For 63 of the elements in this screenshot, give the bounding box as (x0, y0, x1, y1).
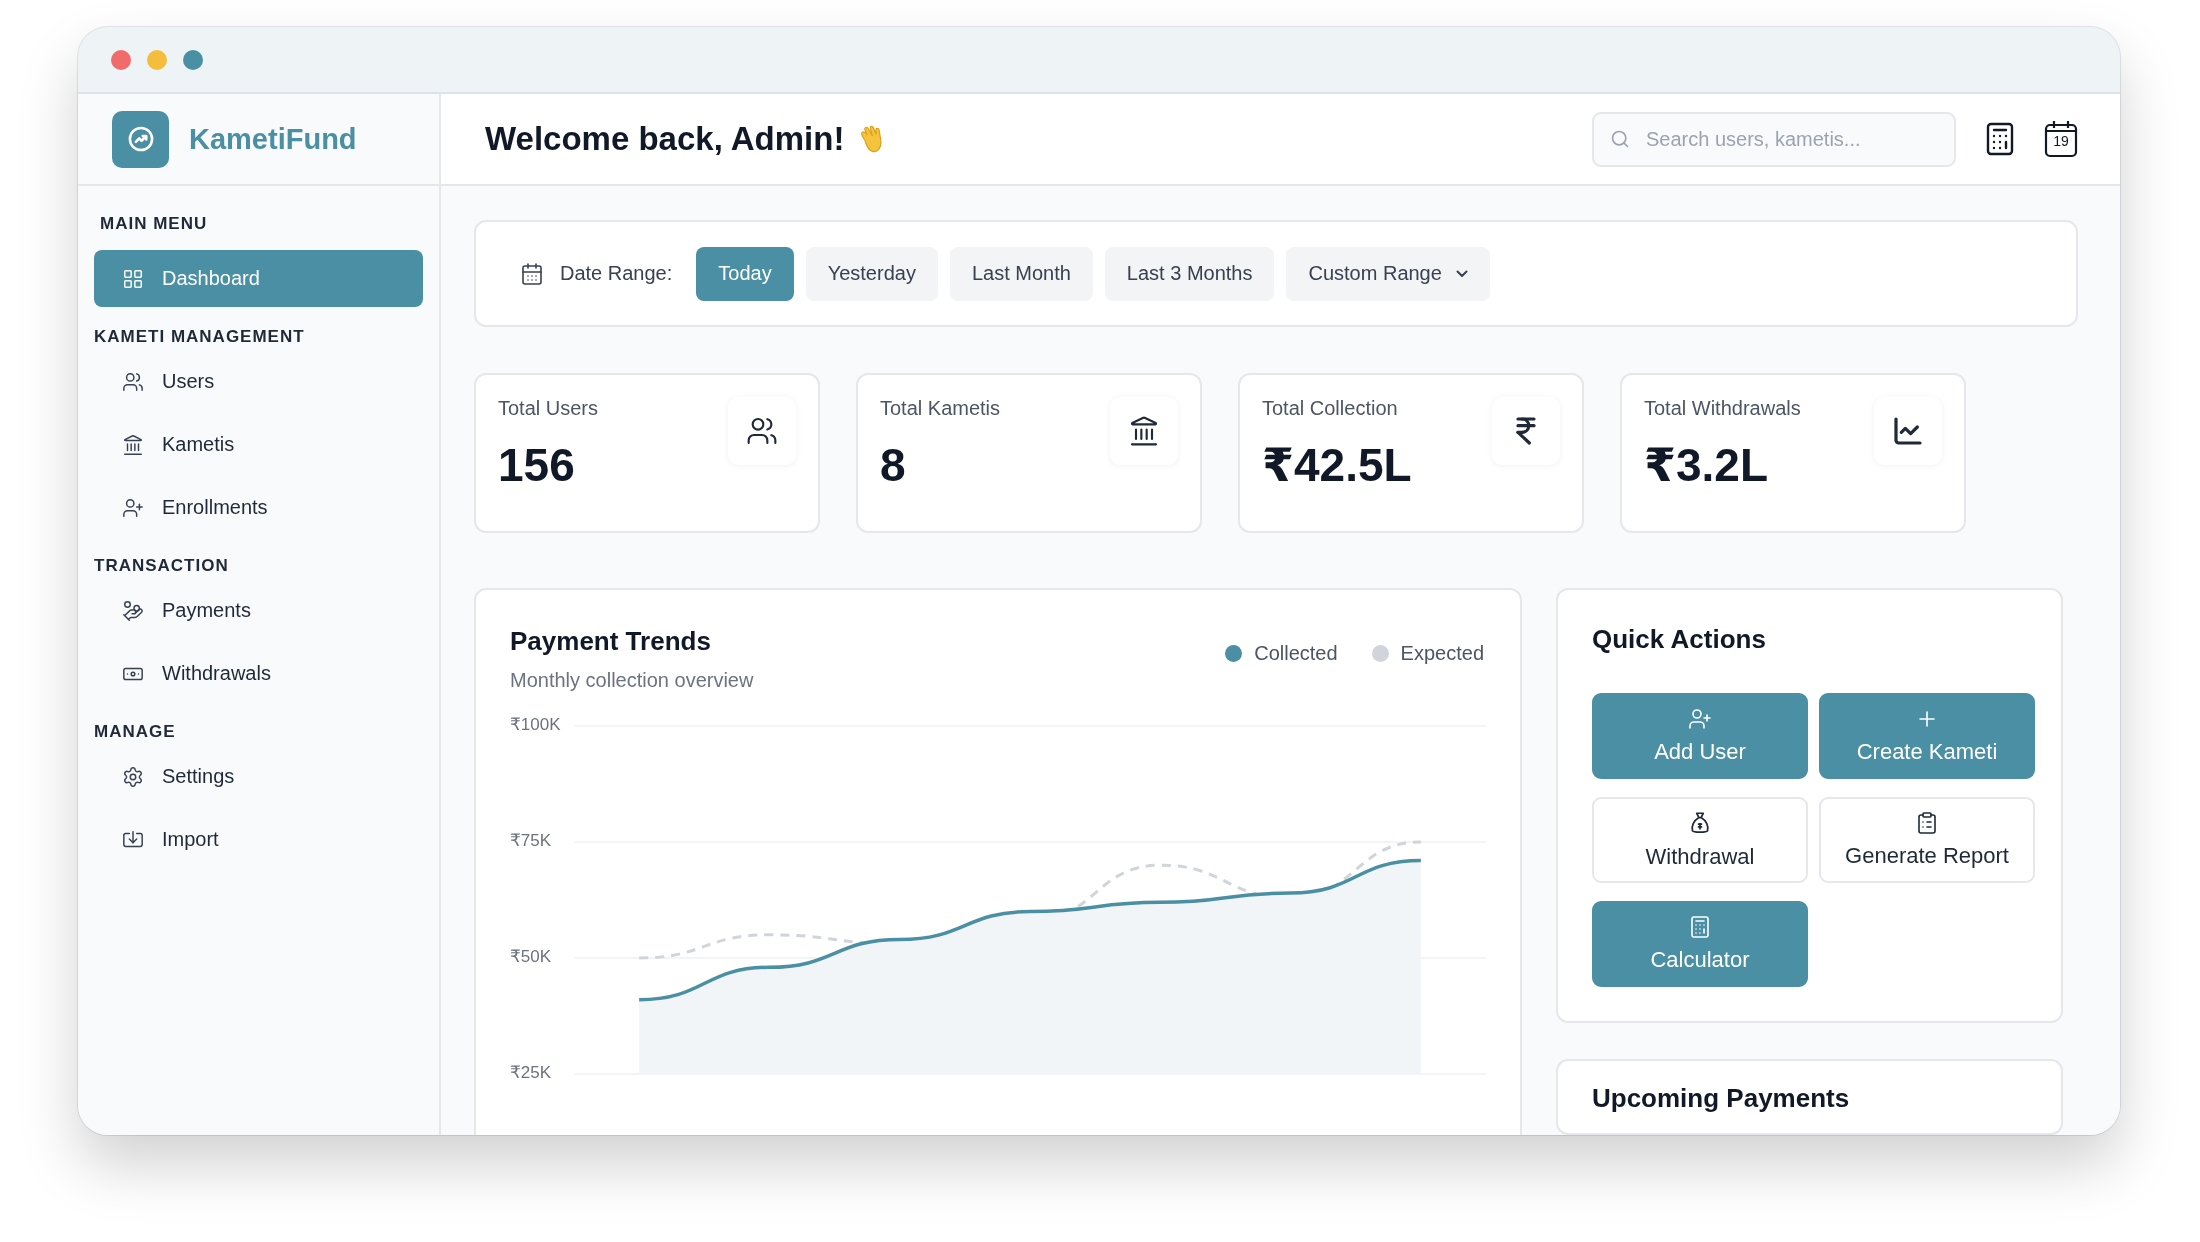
chart-subtitle: Monthly collection overview (510, 669, 754, 692)
axis-label: ₹50K (510, 947, 552, 967)
nav-item[interactable]: Payments (94, 582, 423, 639)
chevron-down-icon (1455, 269, 1468, 278)
window-control[interactable] (111, 49, 131, 70)
bank-icon (1128, 415, 1160, 447)
stat-value: ₹42.5L (1262, 438, 1412, 492)
stat-label: Total Users (498, 397, 599, 420)
card-title: Upcoming Payments (1592, 1083, 1851, 1114)
nav-item[interactable]: Kametis (94, 416, 423, 473)
legend-label: Expected (1400, 642, 1484, 665)
stat-label: Total Kametis (880, 397, 1001, 420)
logo-icon (112, 110, 169, 168)
brand-name: KametiFund (189, 122, 357, 156)
action-button[interactable]: Calculator (1592, 901, 1808, 987)
users-icon (122, 370, 144, 393)
section-title: KAMETI MANAGEMENT (94, 326, 306, 348)
action-button[interactable]: Generate Report (1819, 797, 2035, 883)
calendar-icon (520, 261, 544, 286)
clipboard-icon (1915, 811, 1939, 835)
action-button[interactable]: Create Kameti (1819, 693, 2035, 779)
legend-label: Collected (1254, 642, 1338, 665)
search-icon (1610, 128, 1630, 149)
stat-value: ₹3.2L (1644, 438, 1770, 492)
stat-label: Total Collection (1262, 397, 1399, 420)
nav-item[interactable]: Users (94, 353, 423, 410)
stat-label: Total Withdrawals (1644, 397, 1801, 420)
calendar-icon[interactable]: 19 (2044, 120, 2078, 158)
axis-label: ₹75K (510, 831, 552, 851)
nav-item[interactable]: Settings (94, 748, 423, 805)
nav-item[interactable]: Dashboard (94, 250, 423, 307)
range-button[interactable]: Today (696, 246, 794, 301)
nav-item[interactable]: Import (94, 811, 423, 868)
line-chart-icon (1892, 415, 1924, 447)
axis-label: ₹25K (510, 1063, 552, 1083)
range-button[interactable]: Yesterday (805, 246, 938, 301)
bank-icon (122, 433, 144, 456)
section-title: MAIN MENU (99, 214, 209, 235)
nav-item[interactable]: Withdrawals (94, 645, 423, 702)
card-title: Quick Actions (1592, 624, 1767, 655)
stat-value: 156 (498, 438, 576, 492)
page-title: Welcome back, Admin! (485, 120, 845, 158)
date-range-label: Date Range: (560, 262, 673, 285)
stat-value: 8 (880, 438, 907, 492)
settings-icon (122, 765, 144, 788)
calculator-icon (1688, 915, 1712, 939)
section-title: MANAGE (94, 721, 177, 743)
range-button[interactable]: Last 3 Months (1104, 246, 1275, 301)
action-button[interactable]: Withdrawal (1592, 797, 1808, 883)
grid-icon (122, 267, 144, 290)
users-icon (746, 415, 778, 447)
chart-title: Payment Trends (510, 626, 712, 657)
user-plus-icon (1688, 707, 1712, 731)
section-title: TRANSACTION (94, 555, 230, 577)
axis-label: ₹100K (510, 715, 561, 735)
nav-item[interactable]: Enrollments (94, 479, 423, 536)
hand-coins-icon (122, 599, 144, 622)
action-button[interactable]: Add User (1592, 693, 1808, 779)
range-button[interactable]: Last Month (949, 246, 1093, 301)
range-dropdown[interactable]: Custom Range (1286, 246, 1490, 301)
window-control[interactable] (183, 49, 203, 70)
user-plus-icon (122, 496, 144, 519)
search-field[interactable]: Search users, kametis... (1592, 111, 1956, 167)
